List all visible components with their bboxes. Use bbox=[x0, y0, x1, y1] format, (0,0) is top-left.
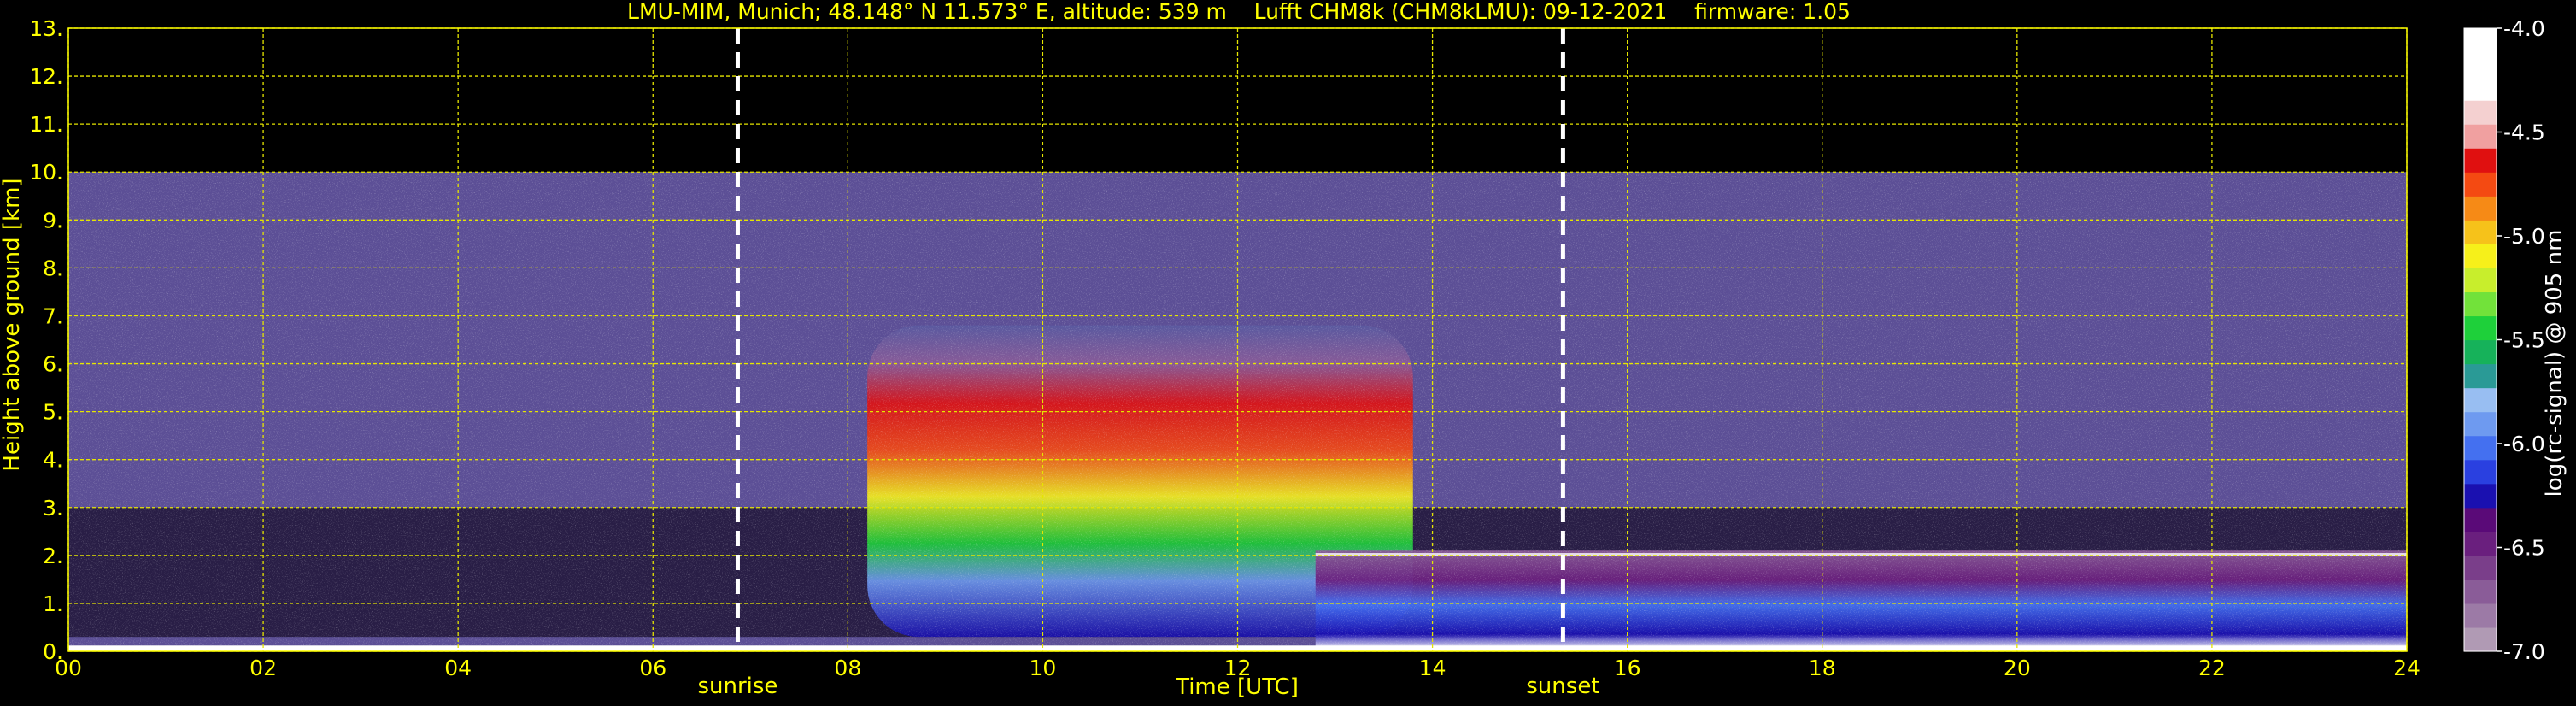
colorbar-segment bbox=[2464, 459, 2497, 485]
x-tick-label: 10 bbox=[1030, 656, 1057, 680]
y-tick-label: 2. bbox=[43, 544, 63, 568]
x-tick-label: 08 bbox=[834, 656, 861, 680]
y-tick-label: 6. bbox=[43, 352, 63, 377]
y-axis-label: Height above ground [km] bbox=[0, 178, 25, 471]
ceilometer-chart: sunrise sunset 00 02 04 06 08 10 12 14 16 18 20 22 24… bbox=[0, 0, 2576, 706]
colorbar-tick-label: -6.0 bbox=[2503, 432, 2545, 456]
y-tick-label: 9. bbox=[43, 208, 63, 232]
colorbar-segment bbox=[2464, 531, 2497, 556]
colorbar-segment bbox=[2464, 124, 2497, 149]
y-tick-label: 5. bbox=[43, 400, 63, 425]
colorbar-segment bbox=[2464, 411, 2497, 437]
y-tick-label: 12. bbox=[29, 64, 63, 89]
x-tick-label: 16 bbox=[1614, 656, 1641, 680]
y-tick-label: 11. bbox=[29, 112, 63, 137]
colorbar-segment bbox=[2464, 339, 2497, 365]
y-tick-label: 13. bbox=[29, 16, 63, 41]
colorbar-tick-label: -6.5 bbox=[2503, 536, 2545, 561]
y-tick-label: 7. bbox=[43, 303, 63, 328]
chart-title: LMU-MIM, Munich; 48.148° N 11.573° E, al… bbox=[627, 0, 1851, 24]
colorbar-segment bbox=[2464, 220, 2497, 244]
x-tick-label: 04 bbox=[444, 656, 472, 680]
colorbar-segment bbox=[2464, 196, 2497, 221]
colorbar-segment bbox=[2464, 603, 2497, 628]
y-tick-label: 0. bbox=[43, 639, 63, 664]
colorbar-segment bbox=[2464, 387, 2497, 413]
colorbar-segment bbox=[2464, 52, 2497, 77]
colorbar-segment bbox=[2464, 363, 2497, 389]
colorbar-tick-label: -5.5 bbox=[2503, 328, 2545, 353]
y-tick-label: 3. bbox=[43, 496, 63, 521]
colorbar-tick-label: -7.0 bbox=[2503, 639, 2545, 664]
colorbar-segment bbox=[2464, 100, 2497, 125]
colorbar-segment bbox=[2464, 148, 2497, 173]
colorbar-segment bbox=[2464, 76, 2497, 101]
sunrise-label: sunrise bbox=[697, 674, 777, 699]
x-axis-label: Time [UTC] bbox=[1175, 674, 1299, 700]
colorbar-segment bbox=[2464, 315, 2497, 341]
colorbar-segment bbox=[2464, 483, 2497, 509]
colorbar-segment bbox=[2464, 555, 2497, 580]
y-tick-label: 4. bbox=[43, 448, 63, 473]
colorbar-segment bbox=[2464, 28, 2497, 53]
x-tick-label: 20 bbox=[2004, 656, 2031, 680]
colorbar-segment bbox=[2464, 268, 2497, 293]
y-tick-label: 1. bbox=[43, 591, 63, 616]
x-tick-label: 22 bbox=[2198, 656, 2226, 680]
x-tick-label: 18 bbox=[1809, 656, 1836, 680]
colorbar-segment bbox=[2464, 291, 2497, 317]
x-tick-label: 02 bbox=[249, 656, 277, 680]
x-tick-label: 14 bbox=[1419, 656, 1446, 680]
y-tick-label: 8. bbox=[43, 256, 63, 280]
colorbar-segment bbox=[2464, 244, 2497, 268]
x-tick-label: 24 bbox=[2393, 656, 2421, 680]
y-tick-label: 10. bbox=[29, 160, 63, 185]
colorbar-segment bbox=[2464, 435, 2497, 461]
colorbar-segment bbox=[2464, 507, 2497, 532]
colorbar-label: log(rc-signal) @ 905 nm bbox=[2542, 230, 2567, 497]
colorbar-segment bbox=[2464, 579, 2497, 604]
x-tick-label: 06 bbox=[639, 656, 666, 680]
colorbar-tick-label: -4.0 bbox=[2503, 16, 2545, 41]
colorbar-tick-label: -5.0 bbox=[2503, 224, 2545, 249]
colorbar-tick-label: -4.5 bbox=[2503, 121, 2545, 145]
colorbar-segment bbox=[2464, 172, 2497, 197]
colorbar-segment bbox=[2464, 627, 2497, 652]
sunset-label: sunset bbox=[1526, 674, 1599, 699]
